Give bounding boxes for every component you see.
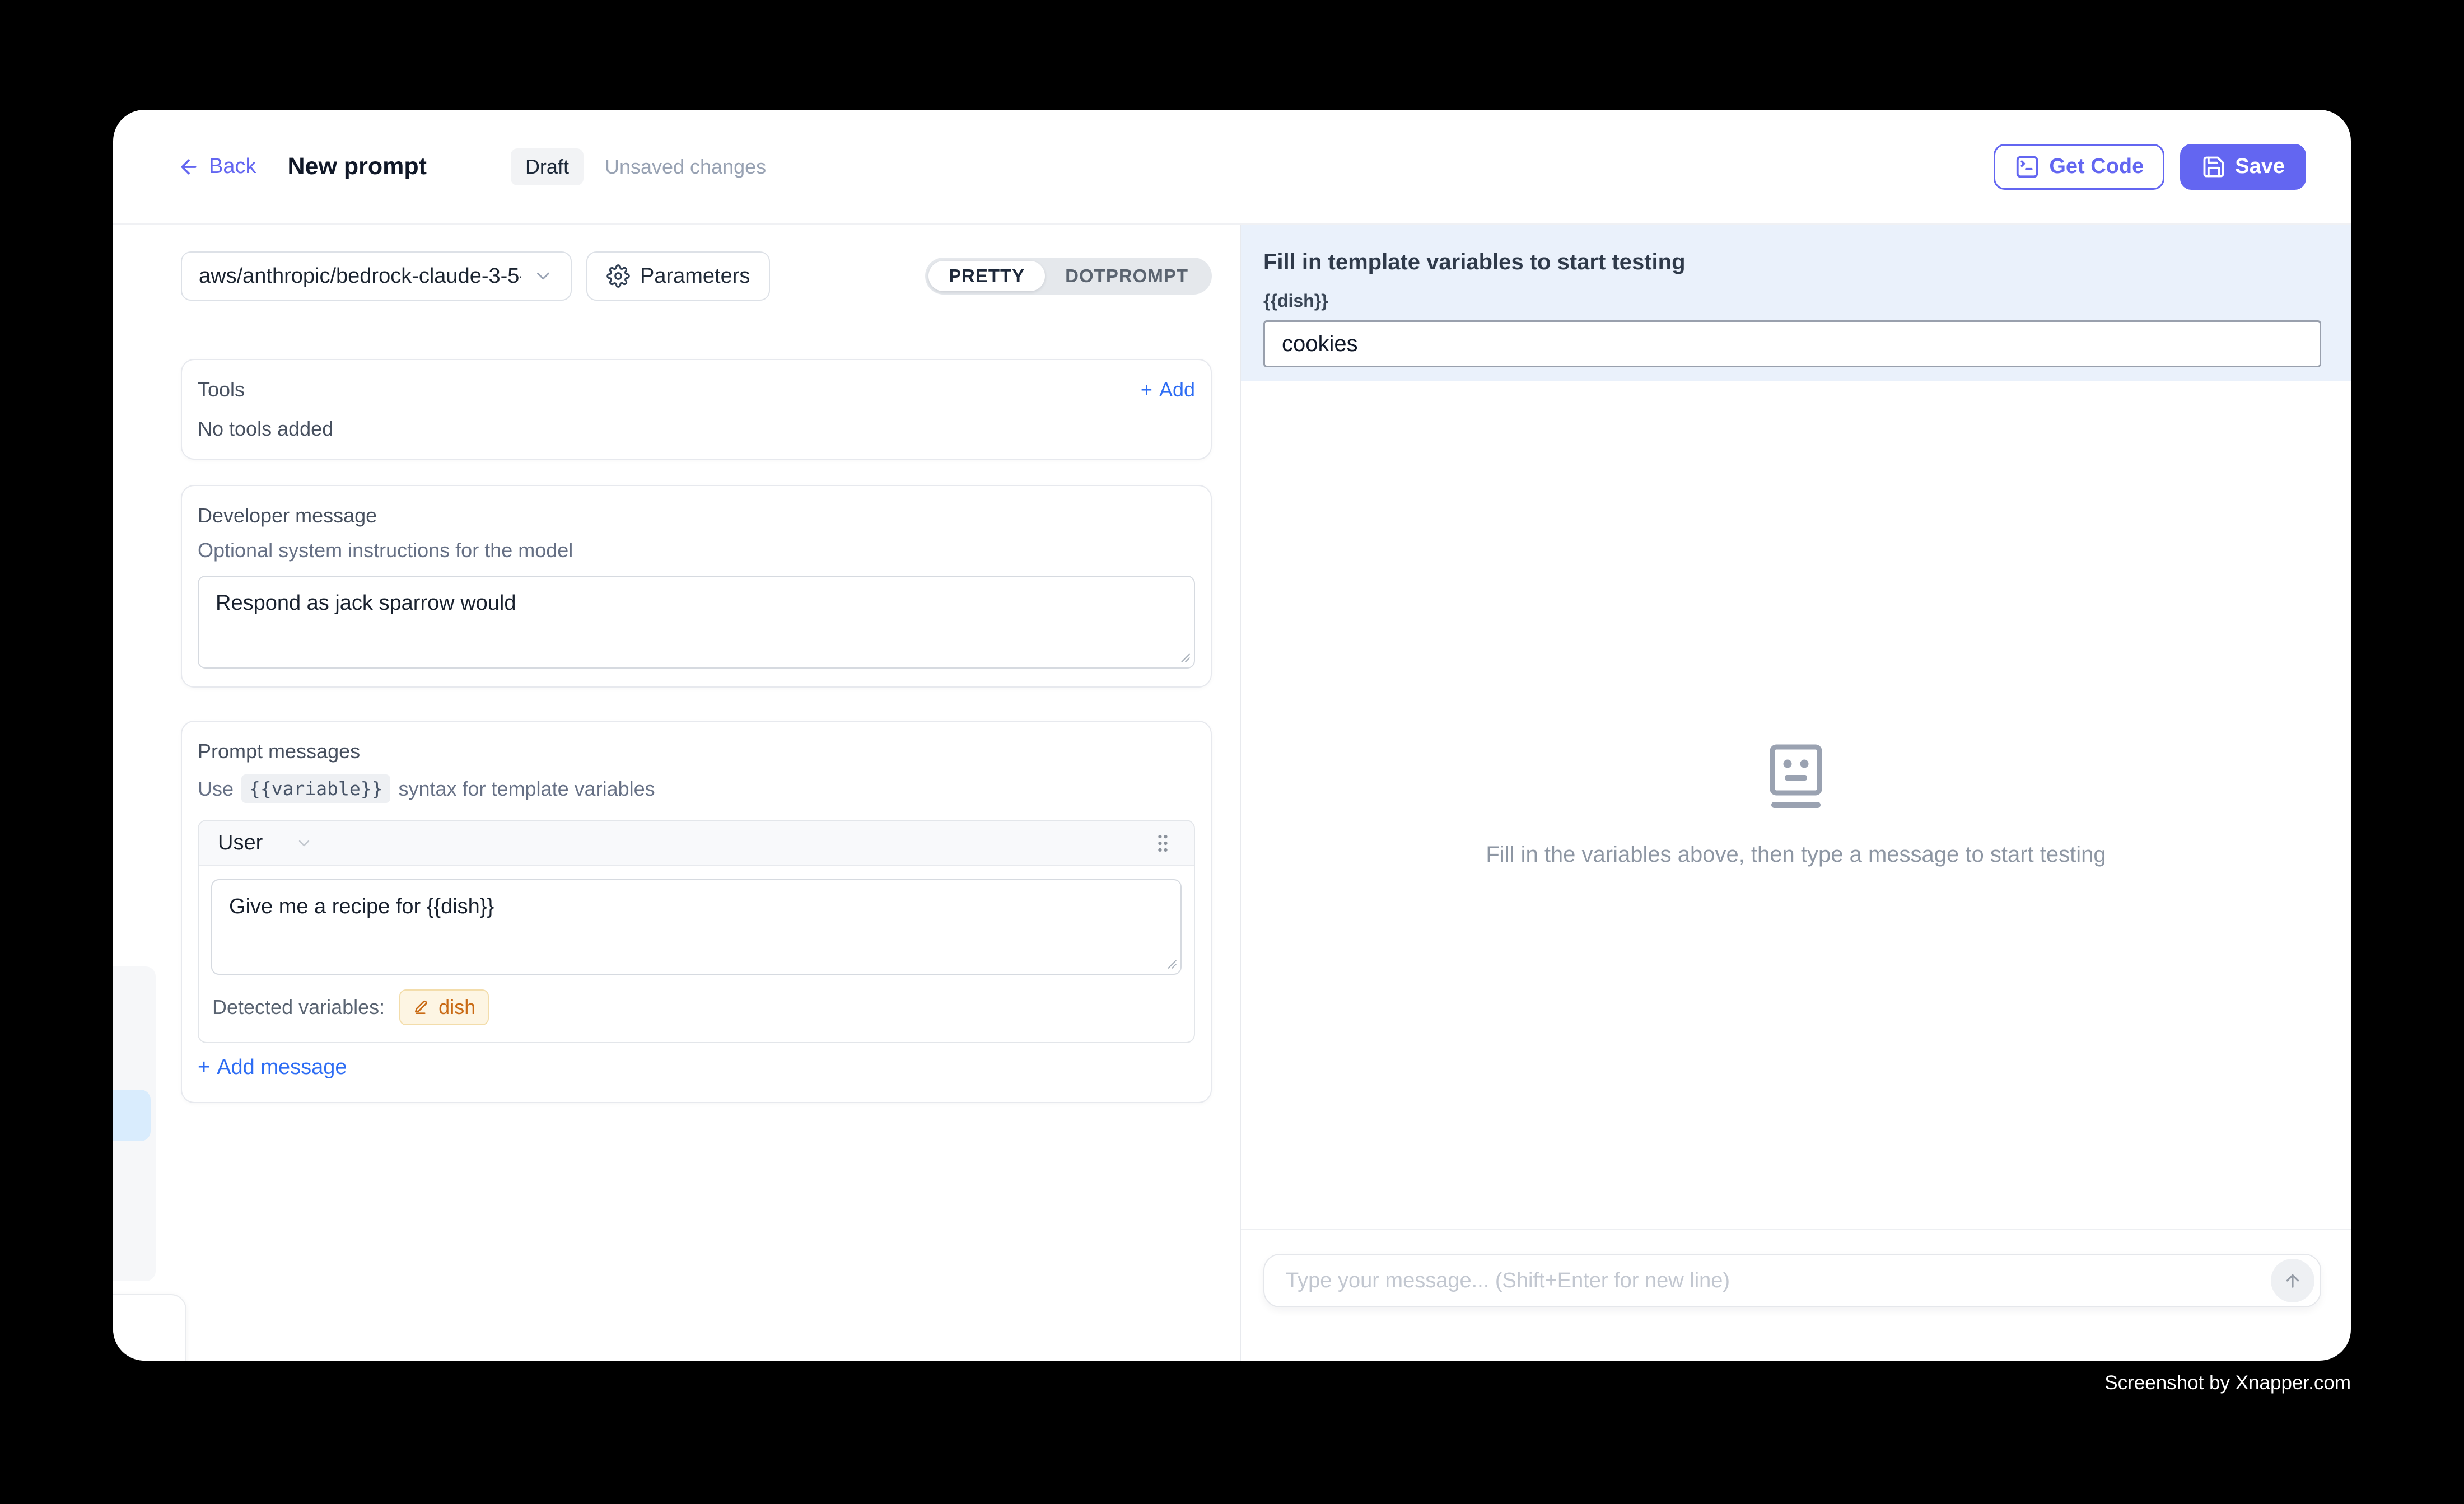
- gear-icon: [606, 264, 630, 288]
- detected-variables-row: Detected variables: dish: [199, 975, 1194, 1042]
- chat-input-container: [1263, 1254, 2321, 1307]
- variable-chip-dish[interactable]: dish: [399, 989, 489, 1025]
- model-selector[interactable]: aws/anthropic/bedrock-claude-3-5-s...: [181, 251, 572, 301]
- message-role-select[interactable]: User: [218, 831, 263, 855]
- plus-icon: +: [198, 1055, 210, 1080]
- save-label: Save: [2235, 155, 2285, 179]
- test-panel-title: Fill in template variables to start test…: [1263, 249, 2321, 275]
- tools-title: Tools: [198, 378, 245, 401]
- arrow-up-icon: [2282, 1270, 2303, 1291]
- variable-value-input[interactable]: [1263, 320, 2321, 367]
- status-badge: Draft: [511, 148, 584, 185]
- editor-toolbar: aws/anthropic/bedrock-claude-3-5-s... Pa…: [181, 251, 1212, 301]
- chevron-down-icon[interactable]: [295, 834, 313, 852]
- template-variables-section: Fill in template variables to start test…: [1241, 225, 2351, 381]
- variable-name-label: {{dish}}: [1263, 291, 2321, 311]
- robot-screen-icon: [1769, 744, 1823, 810]
- app-window: Back New prompt Draft Unsaved changes Ge…: [113, 110, 2351, 1361]
- user-message-textarea[interactable]: Give me a recipe for {{dish}}: [211, 879, 1182, 975]
- message-block: User Give me a recipe for {{dish}}: [198, 820, 1195, 1043]
- variable-syntax-chip: {{variable}}: [241, 774, 390, 803]
- chat-footer: [1241, 1229, 2351, 1361]
- add-tool-label: Add: [1159, 378, 1195, 401]
- detected-variables-label: Detected variables:: [212, 996, 385, 1019]
- hint-suffix: syntax for template variables: [398, 777, 655, 801]
- prompt-messages-card: Prompt messages Use {{variable}} syntax …: [181, 721, 1212, 1103]
- prompt-messages-title: Prompt messages: [198, 740, 1195, 763]
- resize-handle-icon[interactable]: [1166, 958, 1177, 969]
- tools-empty-text: No tools added: [198, 417, 1195, 441]
- save-button[interactable]: Save: [2180, 144, 2306, 190]
- template-syntax-hint: Use {{variable}} syntax for template var…: [198, 774, 1195, 803]
- chat-empty-state: Fill in the variables above, then type a…: [1241, 381, 2351, 1229]
- send-button[interactable]: [2271, 1259, 2314, 1302]
- plus-icon: +: [1141, 378, 1152, 401]
- tools-card: Tools + Add No tools added: [181, 359, 1212, 460]
- variable-chip-label: dish: [438, 996, 475, 1019]
- edit-pencil-icon: [413, 998, 431, 1016]
- cutoff-floating-card: [113, 1294, 186, 1361]
- add-tool-button[interactable]: + Add: [1141, 378, 1195, 401]
- developer-message-textarea[interactable]: Respond as jack sparrow would: [198, 576, 1195, 669]
- parameters-button[interactable]: Parameters: [586, 251, 770, 301]
- add-message-button[interactable]: + Add message: [198, 1055, 347, 1080]
- message-role-header: User: [199, 821, 1194, 866]
- save-floppy-icon: [2201, 155, 2226, 179]
- add-message-label: Add message: [217, 1055, 347, 1080]
- header: Back New prompt Draft Unsaved changes Ge…: [113, 110, 2351, 225]
- developer-message-card: Developer message Optional system instru…: [181, 485, 1212, 688]
- empty-state-text: Fill in the variables above, then type a…: [1486, 842, 2106, 867]
- resize-handle-icon[interactable]: [1179, 652, 1191, 663]
- back-arrow-icon: [178, 156, 200, 178]
- chat-message-input[interactable]: [1286, 1269, 2271, 1293]
- back-label: Back: [209, 155, 256, 179]
- drag-handle-icon[interactable]: [1150, 831, 1175, 856]
- cutoff-highlight-chip: [113, 1090, 151, 1141]
- view-mode-toggle: PRETTY DOTPROMPT: [925, 258, 1212, 295]
- get-code-label: Get Code: [2049, 155, 2144, 179]
- toggle-option-dotprompt[interactable]: DOTPROMPT: [1045, 261, 1208, 291]
- parameters-label: Parameters: [640, 264, 750, 288]
- developer-message-title: Developer message: [198, 504, 1195, 527]
- watermark: Screenshot by Xnapper.com: [2104, 1372, 2351, 1394]
- model-selector-value: aws/anthropic/bedrock-claude-3-5-s...: [199, 264, 521, 288]
- toggle-option-pretty[interactable]: PRETTY: [928, 261, 1045, 291]
- page-title: New prompt: [287, 153, 426, 180]
- prompt-editor-panel: aws/anthropic/bedrock-claude-3-5-s... Pa…: [113, 225, 1241, 1361]
- test-panel: Fill in template variables to start test…: [1241, 225, 2351, 1361]
- get-code-button[interactable]: Get Code: [1994, 144, 2164, 190]
- chevron-down-icon: [533, 265, 554, 287]
- unsaved-changes-note: Unsaved changes: [605, 155, 766, 179]
- main-split: aws/anthropic/bedrock-claude-3-5-s... Pa…: [113, 225, 2351, 1361]
- hint-prefix: Use: [198, 777, 234, 801]
- developer-message-subtitle: Optional system instructions for the mod…: [198, 539, 1195, 562]
- back-button[interactable]: Back: [178, 155, 256, 179]
- terminal-icon: [2014, 154, 2040, 180]
